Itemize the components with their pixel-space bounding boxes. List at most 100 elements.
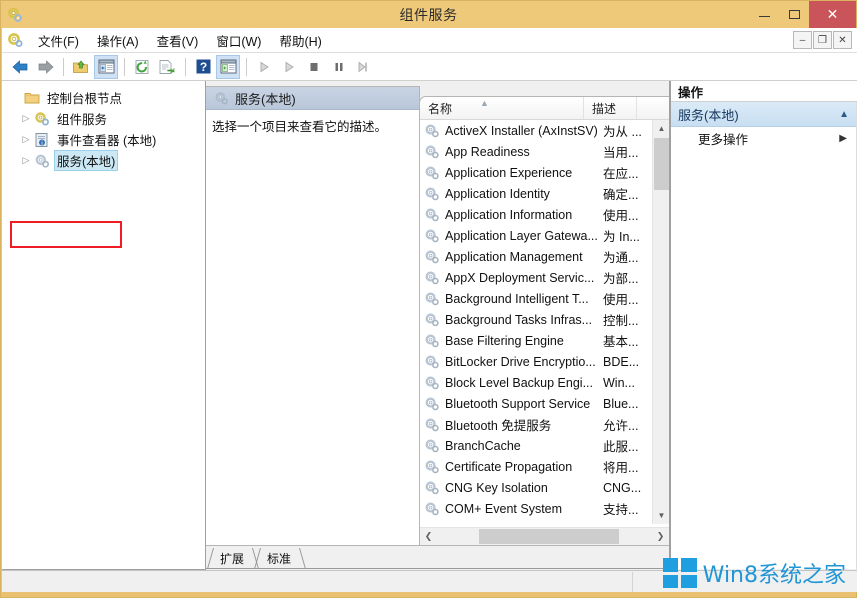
service-icon [424,228,440,244]
menu-file[interactable]: 文件(F) [29,28,88,53]
tab-extended[interactable]: 扩展 [214,548,252,569]
mmc-services-icon [7,7,23,23]
services-list-scroll-area: ActiveX Installer (AxInstSV)为从 ...App Re… [420,120,669,524]
service-list-row[interactable]: Block Level Backup Engi...Win... [420,372,652,393]
scroll-right-icon[interactable]: ❯ [652,528,669,545]
pause-service-icon[interactable] [327,55,351,79]
chevron-up-icon[interactable]: ▲ [839,109,849,120]
service-list-row[interactable]: BitLocker Drive Encryptio...BDE... [420,351,652,372]
mdi-restore-button[interactable]: ❐ [813,31,832,49]
status-bar-separator [632,572,633,592]
tree-item-services-local[interactable]: ▷ 服务(本地) [2,150,205,171]
tree-item-label: 服务(本地) [54,150,118,171]
service-name: CNG Key Isolation [445,481,603,495]
menu-help[interactable]: 帮助(H) [270,28,330,53]
main-content: 控制台根节点 ▷ 组件服务 ▷ [2,81,857,570]
service-description: 确定... [603,184,652,203]
service-list-row[interactable]: Application Identity确定... [420,183,652,204]
mdi-minimize-button[interactable]: – [793,31,812,49]
service-list-row[interactable]: Application Information使用... [420,204,652,225]
menu-action[interactable]: 操作(A) [88,28,148,53]
scroll-down-icon[interactable]: ▼ [653,507,669,524]
service-icon [424,375,440,391]
back-icon[interactable] [8,55,32,79]
service-icon [424,396,440,412]
minimize-button[interactable] [749,1,779,28]
actions-group-services-local[interactable]: 服务(本地) ▲ [671,102,856,127]
service-icon [424,144,440,160]
service-icon [424,354,440,370]
service-list-row[interactable]: Base Filtering Engine基本... [420,330,652,351]
service-list-row[interactable]: COM+ Event System支持... [420,498,652,519]
folder-icon [24,90,40,106]
start-service-icon[interactable] [252,55,276,79]
tree-expander-icon[interactable]: ▷ [18,111,34,127]
tab-standard[interactable]: 标准 [261,548,299,569]
service-description: Blue... [603,397,652,411]
service-list-row[interactable]: ActiveX Installer (AxInstSV)为从 ... [420,120,652,141]
vertical-scrollbar[interactable]: ▲ ▼ [652,120,669,524]
menu-view[interactable]: 查看(V) [148,28,208,53]
scroll-left-icon[interactable]: ❮ [420,528,437,545]
service-list-row[interactable]: Bluetooth 免提服务允许... [420,414,652,435]
service-name: App Readiness [445,145,603,159]
maximize-button[interactable] [779,1,809,28]
help-icon[interactable]: ? [191,55,215,79]
horizontal-scrollbar[interactable]: ❮ ❯ [420,527,669,545]
stop-service-icon[interactable] [302,55,326,79]
tree-item-console-root[interactable]: 控制台根节点 [2,87,205,108]
services-icon [34,153,50,169]
tree-expander[interactable] [8,90,24,106]
action-more-actions[interactable]: 更多操作 ▶ [671,127,856,149]
service-name: Application Experience [445,166,603,180]
service-icon [424,207,440,223]
vertical-scrollbar-thumb[interactable] [654,138,669,190]
service-list-row[interactable]: Background Tasks Infras...控制... [420,309,652,330]
service-list-row[interactable]: Application Layer Gatewa...为 In... [420,225,652,246]
service-list-row[interactable]: Certificate Propagation将用... [420,456,652,477]
service-list-row[interactable]: Bluetooth Support ServiceBlue... [420,393,652,414]
tree-item-event-viewer[interactable]: ▷ i 事件查看器 (本地) [2,129,205,150]
tree-item-component-services[interactable]: ▷ 组件服务 [2,108,205,129]
horizontal-scrollbar-thumb[interactable] [479,529,619,544]
scroll-up-icon[interactable]: ▲ [653,120,669,137]
service-description: 为通... [603,247,652,266]
service-list-row[interactable]: AppX Deployment Servic...为部... [420,267,652,288]
show-hide-console-tree-icon[interactable] [94,55,118,79]
resume-service-icon[interactable] [277,55,301,79]
mdi-window-controls: – ❐ ✕ [793,31,852,49]
actions-pane-body: 服务(本地) ▲ 更多操作 ▶ [671,102,857,569]
forward-icon[interactable] [33,55,57,79]
restart-service-icon[interactable] [352,55,376,79]
column-header-name[interactable]: 名称 ▲ [420,97,584,119]
menu-window[interactable]: 窗口(W) [207,28,270,53]
export-list-icon[interactable] [155,55,179,79]
tree-expander-icon[interactable]: ▷ [18,153,34,169]
horizontal-scrollbar-track[interactable] [437,528,652,545]
tree-expander-icon[interactable]: ▷ [18,132,34,148]
service-description: 使用... [603,205,652,224]
refresh-icon[interactable] [130,55,154,79]
service-icon [424,417,440,433]
service-name: BitLocker Drive Encryptio... [445,355,603,369]
service-list-row[interactable]: Background Intelligent T...使用... [420,288,652,309]
close-button[interactable]: ✕ [809,1,856,28]
column-header-description[interactable]: 描述 [584,97,637,119]
service-name: Background Tasks Infras... [445,313,603,327]
service-list-row[interactable]: BranchCache此服... [420,435,652,456]
service-list-row[interactable]: CNG Key IsolationCNG... [420,477,652,498]
service-list-row[interactable]: Application Experience在应... [420,162,652,183]
up-one-level-icon[interactable] [69,55,93,79]
toolbar-separator [63,58,64,76]
mdi-close-button[interactable]: ✕ [833,31,852,49]
properties-icon[interactable] [216,55,240,79]
service-list-row[interactable]: Application Management为通... [420,246,652,267]
service-icon [424,186,440,202]
toolbar: ? [2,53,857,81]
service-list-row[interactable]: App Readiness当用... [420,141,652,162]
service-icon [424,123,440,139]
service-description: 此服... [603,436,652,455]
service-description: 支持... [603,499,652,518]
service-icon [424,333,440,349]
console-tree-pane[interactable]: 控制台根节点 ▷ 组件服务 ▷ [2,81,206,570]
